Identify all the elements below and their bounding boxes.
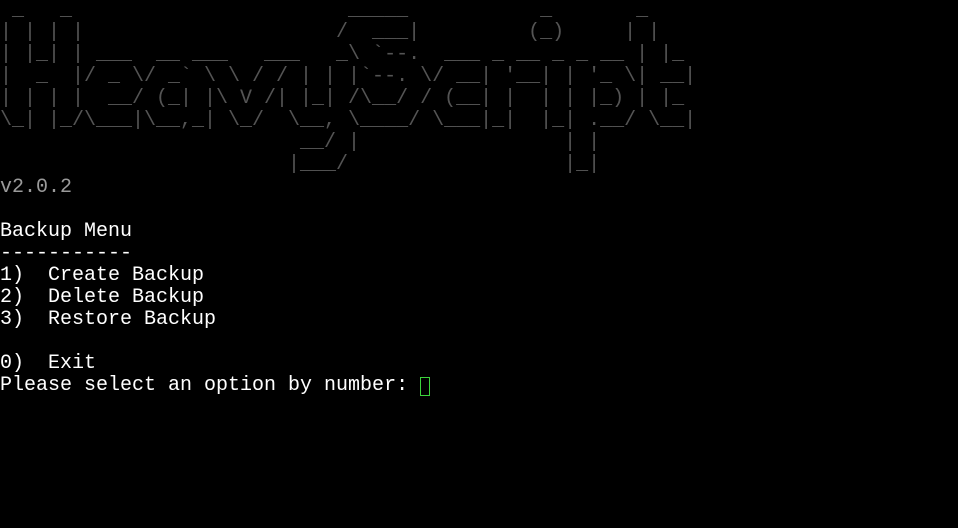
prompt-text: Please select an option by number: xyxy=(0,374,421,397)
banner-line: \_| |_/\___|\__,_| \_/ \__, \____/ \___|… xyxy=(0,109,697,132)
menu-option-delete-backup: 2) Delete Backup xyxy=(0,286,205,309)
menu-option-restore-backup: 3) Restore Backup xyxy=(0,308,217,331)
menu-option-create-backup: 1) Create Backup xyxy=(0,264,205,287)
banner-line: | |_| | ___ __ ___ ___ _\ `--. ___ _ __ … xyxy=(0,43,697,66)
terminal-window[interactable]: _ _ _____ _ _ | | | | / ___| (_) | | | |… xyxy=(0,0,958,528)
prompt-line[interactable]: Please select an option by number: xyxy=(0,374,431,397)
banner-line: | _ |/ _ \/ _` \ \ / / | | |`--. \/ __| … xyxy=(0,65,697,88)
menu-title: Backup Menu xyxy=(0,220,133,243)
banner-line: _ _ _____ _ _ xyxy=(0,0,685,22)
banner-line: |___/ |_| xyxy=(0,153,685,176)
version-label: v2.0.2 xyxy=(0,176,73,199)
banner-line: __/ | | | xyxy=(0,131,685,154)
menu-option-exit: 0) Exit xyxy=(0,352,97,375)
text-cursor[interactable] xyxy=(420,376,431,396)
menu-divider: ----------- xyxy=(0,242,133,265)
banner-line: | | | | __/ (_| |\ V /| |_| /\__/ / (__|… xyxy=(0,87,697,110)
banner-line: | | | | / ___| (_) | | xyxy=(0,21,685,44)
ascii-banner: _ _ _____ _ _ | | | | / ___| (_) | | | |… xyxy=(0,0,696,176)
